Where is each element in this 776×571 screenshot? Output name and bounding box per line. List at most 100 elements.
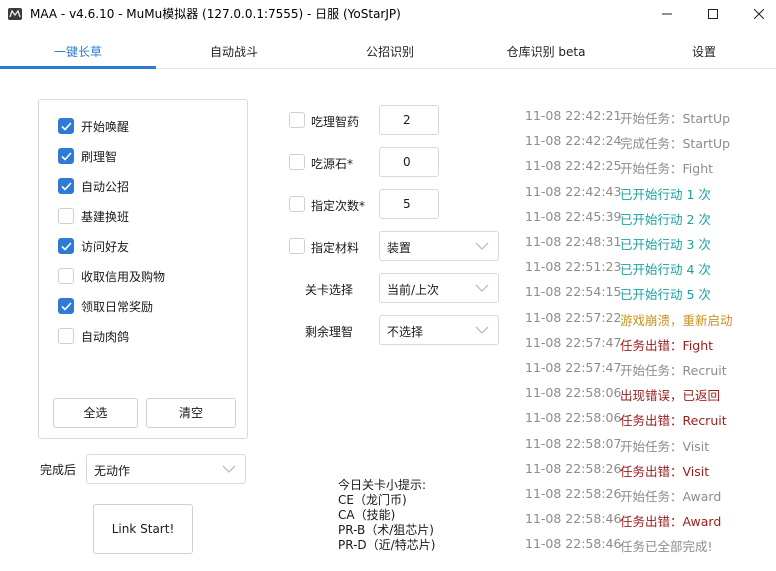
log-message: 任务出错：Award bbox=[620, 514, 722, 530]
task-label: 刷理智 bbox=[81, 149, 118, 164]
task-checkbox[interactable] bbox=[58, 118, 74, 134]
task-item-roguelike[interactable]: 自动肉鸽 bbox=[58, 327, 129, 345]
task-checkbox[interactable] bbox=[58, 298, 74, 314]
maximize-icon bbox=[708, 9, 718, 19]
close-icon bbox=[754, 9, 764, 19]
tips-line: CE（龙门币) bbox=[338, 493, 407, 507]
log-message: 已开始行动 1 次 bbox=[620, 186, 711, 202]
active-tab-indicator bbox=[0, 66, 156, 69]
log-message: 开始任务：Visit bbox=[620, 438, 710, 454]
log-entry: 11-08 22:48:31 已开始行动 3 次 bbox=[525, 234, 711, 254]
log-message: 开始任务：StartUp bbox=[620, 111, 731, 126]
remaining-sanity-select[interactable]: 不选择 bbox=[379, 315, 499, 345]
medicine-checkbox[interactable] bbox=[289, 112, 305, 128]
task-label: 领取日常奖励 bbox=[81, 299, 154, 314]
tips-line: PR-D（近/特芯片) bbox=[338, 538, 436, 552]
maximize-button[interactable] bbox=[690, 0, 736, 28]
log-timestamp: 11-08 22:42:25 bbox=[525, 158, 622, 174]
task-item-visit-friends[interactable]: 访问好友 bbox=[58, 237, 129, 255]
log-timestamp: 11-08 22:48:31 bbox=[525, 234, 622, 249]
medicine-label: 吃理智药 bbox=[311, 115, 360, 129]
material-checkbox[interactable] bbox=[289, 238, 305, 254]
log-message: 已开始行动 2 次 bbox=[620, 211, 711, 227]
task-item-sanity[interactable]: 刷理智 bbox=[58, 147, 117, 165]
task-label: 收取信用及购物 bbox=[81, 269, 166, 284]
log-timestamp: 11-08 22:42:21 bbox=[525, 108, 622, 123]
stage-value: 当前/上次 bbox=[387, 283, 440, 297]
log-message: 出现错误，已返回 bbox=[620, 388, 721, 404]
chevron-down-icon bbox=[475, 284, 489, 292]
task-checkbox[interactable] bbox=[58, 238, 74, 254]
log-message: 开始任务：Fight bbox=[620, 161, 714, 177]
task-checkbox[interactable] bbox=[58, 148, 74, 164]
task-checkbox[interactable] bbox=[58, 178, 74, 194]
task-label: 自动肉鸽 bbox=[81, 329, 130, 344]
link-start-button[interactable]: Link Start! bbox=[93, 504, 193, 554]
after-complete-value: 无动作 bbox=[94, 464, 131, 478]
task-checkbox[interactable] bbox=[58, 268, 74, 284]
log-message: 任务已全部完成! bbox=[620, 539, 713, 555]
log-message: 完成任务：StartUp bbox=[620, 136, 731, 152]
log-message: 任务出错：Recruit bbox=[620, 413, 727, 429]
stage-select[interactable]: 当前/上次 bbox=[379, 273, 499, 303]
stone-label: 吃源石* bbox=[311, 157, 354, 171]
log-timestamp: 11-08 22:58:26 bbox=[525, 486, 622, 501]
log-timestamp: 11-08 22:57:22 bbox=[525, 309, 622, 325]
select-all-button[interactable]: 全选 bbox=[53, 398, 138, 428]
title-bar: MAA - v4.6.10 - MuMu模拟器 (127.0.0.1:7555)… bbox=[0, 0, 776, 28]
tab-settings[interactable]: 设置 bbox=[626, 36, 776, 68]
medicine-count-input[interactable]: 2 bbox=[379, 105, 439, 135]
task-item-recruit[interactable]: 自动公招 bbox=[58, 177, 129, 195]
stone-count-input[interactable]: 0 bbox=[379, 147, 439, 177]
log-entry: 11-08 22:57:22 游戏崩溃，重新启动 bbox=[525, 310, 733, 330]
log-message: 开始任务：Award bbox=[620, 489, 722, 504]
tab-recruit-recognition[interactable]: 公招识别 bbox=[312, 36, 468, 68]
log-timestamp: 11-08 22:58:06 bbox=[525, 410, 622, 426]
log-entry: 11-08 22:58:26 开始任务：Award bbox=[525, 486, 721, 506]
log-entry: 11-08 22:42:43 已开始行动 1 次 bbox=[525, 184, 711, 204]
task-item-daily-rewards[interactable]: 领取日常奖励 bbox=[58, 297, 153, 315]
minimize-button[interactable] bbox=[644, 0, 690, 28]
log-timestamp: 11-08 22:57:47 bbox=[525, 334, 622, 350]
task-list-panel: 开始唤醒 刷理智 自动公招 基建换班 访问好友 收取信用及购物 领取日常奖励 自… bbox=[38, 99, 248, 439]
task-item-infrastructure[interactable]: 基建换班 bbox=[58, 207, 129, 225]
log-entry: 11-08 22:58:06 任务出错：Recruit bbox=[525, 410, 727, 430]
stage-tips: 今日关卡小提示: CE（龙门币) CA（技能) PR-B（术/狙芯片) PR-D… bbox=[338, 478, 435, 553]
material-label: 指定材料 bbox=[311, 241, 360, 255]
times-checkbox[interactable] bbox=[289, 196, 305, 212]
log-entry: 11-08 22:45:39 已开始行动 2 次 bbox=[525, 209, 711, 229]
tab-farming[interactable]: 一键长草 bbox=[0, 36, 156, 68]
tab-auto-battle[interactable]: 自动战斗 bbox=[156, 36, 312, 68]
log-timestamp: 11-08 22:58:46 bbox=[525, 511, 622, 527]
tips-line: PR-B（术/狙芯片) bbox=[338, 523, 434, 537]
task-label: 访问好友 bbox=[81, 239, 130, 254]
minimize-icon bbox=[662, 13, 672, 15]
log-entry: 11-08 22:42:21 开始任务：StartUp bbox=[525, 108, 730, 128]
times-count-input[interactable]: 5 bbox=[379, 189, 439, 219]
log-timestamp: 11-08 22:51:23 bbox=[525, 259, 622, 275]
log-timestamp: 11-08 22:45:39 bbox=[525, 208, 622, 224]
tab-depot-recognition[interactable]: 仓库识别 beta bbox=[468, 36, 624, 68]
check-icon bbox=[60, 151, 72, 161]
task-item-wake-up[interactable]: 开始唤醒 bbox=[58, 117, 129, 135]
task-checkbox[interactable] bbox=[58, 328, 74, 344]
log-entry: 11-08 22:58:46 任务已全部完成! bbox=[525, 536, 713, 556]
times-label: 指定次数* bbox=[311, 199, 366, 213]
log-timestamp: 11-08 22:58:07 bbox=[525, 435, 622, 451]
chevron-down-icon bbox=[475, 242, 489, 250]
log-message: 任务出错：Visit bbox=[620, 463, 710, 479]
stone-checkbox[interactable] bbox=[289, 154, 305, 170]
after-complete-label: 完成后 bbox=[40, 463, 77, 477]
close-button[interactable] bbox=[736, 0, 776, 28]
log-entry: 11-08 22:57:47 任务出错：Fight bbox=[525, 335, 713, 355]
log-entry: 11-08 22:58:26 任务出错：Visit bbox=[525, 461, 709, 481]
clear-button[interactable]: 清空 bbox=[146, 398, 236, 428]
task-item-credit-shopping[interactable]: 收取信用及购物 bbox=[58, 267, 165, 285]
material-select[interactable]: 装置 bbox=[379, 231, 499, 261]
log-timestamp: 11-08 22:54:15 bbox=[525, 284, 622, 300]
task-checkbox[interactable] bbox=[58, 208, 74, 224]
task-label: 开始唤醒 bbox=[81, 119, 130, 134]
after-complete-select[interactable]: 无动作 bbox=[86, 454, 246, 484]
log-entry: 11-08 22:58:07 开始任务：Visit bbox=[525, 436, 709, 456]
check-icon bbox=[60, 181, 72, 191]
